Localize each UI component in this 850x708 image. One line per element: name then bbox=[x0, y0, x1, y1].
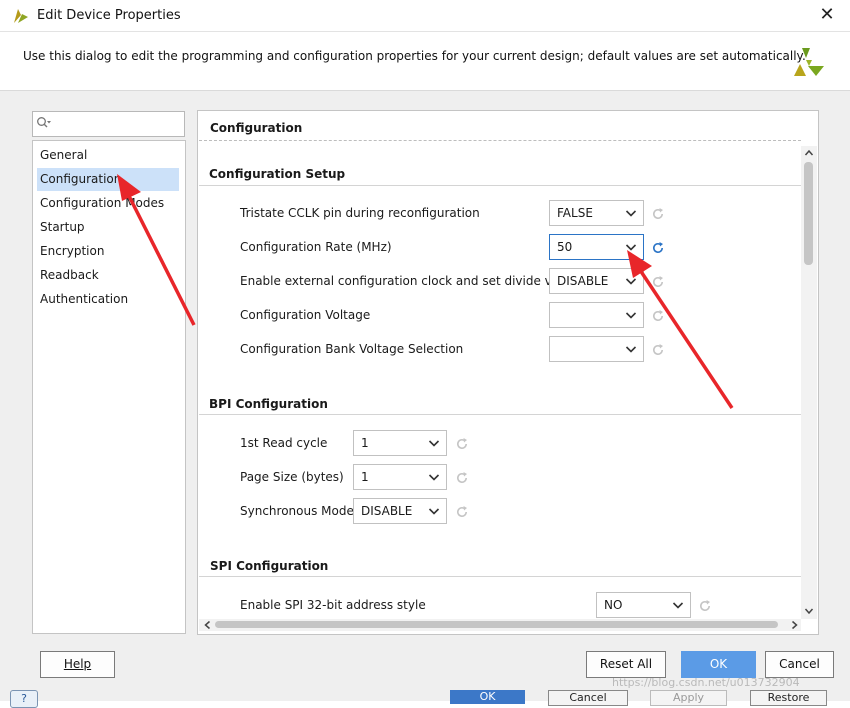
reset-default-icon[interactable] bbox=[455, 505, 469, 519]
nav-item-general[interactable]: General bbox=[37, 144, 179, 167]
configuration-voltage-dropdown[interactable] bbox=[549, 302, 644, 328]
reset-all-button-label: Reset All bbox=[599, 657, 653, 671]
ok-button[interactable]: OK bbox=[681, 651, 756, 678]
field-label-bank-voltage: Configuration Bank Voltage Selection bbox=[240, 342, 464, 356]
reset-default-icon[interactable] bbox=[455, 471, 469, 485]
chevron-down-icon bbox=[672, 602, 684, 609]
window-title: Edit Device Properties bbox=[37, 8, 181, 23]
field-label-tristate-cclk: Tristate CCLK pin during reconfiguration bbox=[240, 206, 480, 220]
chevron-down-icon bbox=[625, 346, 637, 353]
bank-voltage-dropdown[interactable] bbox=[549, 336, 644, 362]
configuration-rate-dropdown[interactable]: 50 bbox=[549, 234, 644, 260]
first-read-cycle-dropdown[interactable]: 1 bbox=[353, 430, 447, 456]
reset-default-icon[interactable] bbox=[651, 275, 665, 289]
dropdown-value: DISABLE bbox=[557, 274, 609, 288]
field-label-synchronous-mode: Synchronous Mode bbox=[240, 504, 354, 518]
field-label-configuration-voltage: Configuration Voltage bbox=[240, 308, 371, 322]
panel-title: Configuration bbox=[210, 121, 303, 135]
section-title-bpi-configuration: BPI Configuration bbox=[209, 397, 328, 411]
tristate-cclk-dropdown[interactable]: FALSE bbox=[549, 200, 644, 226]
vivado-logo-icon bbox=[14, 9, 28, 23]
reset-default-icon[interactable] bbox=[651, 343, 665, 357]
nav-item-encryption[interactable]: Encryption bbox=[37, 240, 179, 263]
section-title-spi-configuration: SPI Configuration bbox=[210, 559, 329, 573]
nav-item-authentication[interactable]: Authentication bbox=[37, 288, 179, 311]
nav-item-configuration-modes[interactable]: Configuration Modes bbox=[37, 192, 179, 215]
panel-separator bbox=[199, 140, 801, 141]
scroll-left-icon[interactable] bbox=[203, 620, 212, 630]
vertical-scroll-thumb[interactable] bbox=[804, 162, 813, 265]
chevron-down-icon bbox=[625, 244, 637, 251]
dialog-description: Use this dialog to edit the programming … bbox=[23, 49, 806, 63]
field-label-page-size: Page Size (bytes) bbox=[240, 470, 344, 484]
help-button-label: Help bbox=[63, 657, 92, 671]
reset-default-icon[interactable] bbox=[455, 437, 469, 451]
field-label-external-config-clock: Enable external configuration clock and … bbox=[240, 274, 578, 288]
watermark: https://blog.csdn.net/u013732904 bbox=[612, 676, 800, 689]
chevron-down-icon bbox=[625, 278, 637, 285]
field-label-configuration-rate: Configuration Rate (MHz) bbox=[240, 240, 392, 254]
background-cancel-button: Cancel bbox=[548, 690, 628, 706]
help-button[interactable]: Help bbox=[40, 651, 115, 678]
reset-default-icon[interactable] bbox=[651, 241, 665, 255]
chevron-down-icon bbox=[625, 312, 637, 319]
dropdown-value: NO bbox=[604, 598, 623, 612]
dropdown-value: 1 bbox=[361, 470, 369, 484]
dropdown-value: 50 bbox=[557, 240, 573, 254]
background-apply-button: Apply bbox=[650, 690, 727, 706]
section-divider bbox=[199, 185, 801, 186]
search-icon bbox=[37, 117, 51, 128]
cancel-button[interactable]: Cancel bbox=[765, 651, 834, 678]
scroll-up-icon[interactable] bbox=[804, 148, 814, 158]
scroll-down-icon[interactable] bbox=[804, 606, 814, 616]
nav-item-startup[interactable]: Startup bbox=[37, 216, 179, 239]
page-size-dropdown[interactable]: 1 bbox=[353, 464, 447, 490]
nav-item-configuration[interactable]: Configuration bbox=[37, 168, 179, 191]
external-config-clock-dropdown[interactable]: DISABLE bbox=[549, 268, 644, 294]
vivado-logo-icon bbox=[794, 48, 824, 76]
chevron-down-icon bbox=[428, 508, 440, 515]
section-divider bbox=[199, 414, 801, 415]
dropdown-value: DISABLE bbox=[361, 504, 413, 518]
spi-32bit-address-dropdown[interactable]: NO bbox=[596, 592, 691, 618]
field-label-spi-32bit-address: Enable SPI 32-bit address style bbox=[240, 598, 426, 612]
horizontal-scroll-thumb[interactable] bbox=[215, 621, 778, 628]
synchronous-mode-dropdown[interactable]: DISABLE bbox=[353, 498, 447, 524]
reset-default-icon[interactable] bbox=[651, 309, 665, 323]
chevron-down-icon bbox=[428, 474, 440, 481]
background-help-icon: ? bbox=[10, 690, 38, 708]
reset-default-icon[interactable] bbox=[651, 207, 665, 221]
dropdown-value: 1 bbox=[361, 436, 369, 450]
cancel-button-label: Cancel bbox=[779, 657, 820, 671]
section-title-configuration-setup: Configuration Setup bbox=[209, 167, 346, 181]
ok-button-label: OK bbox=[709, 657, 728, 671]
chevron-down-icon bbox=[625, 210, 637, 217]
reset-default-icon[interactable] bbox=[698, 599, 712, 613]
properties-panel bbox=[197, 110, 819, 635]
background-restore-button: Restore bbox=[750, 690, 827, 706]
section-divider bbox=[199, 576, 801, 577]
chevron-down-icon bbox=[428, 440, 440, 447]
field-label-first-read-cycle: 1st Read cycle bbox=[240, 436, 328, 450]
dropdown-value: FALSE bbox=[557, 206, 593, 220]
scroll-right-icon[interactable] bbox=[790, 620, 799, 630]
search-input[interactable] bbox=[32, 111, 185, 137]
reset-all-button[interactable]: Reset All bbox=[586, 651, 666, 678]
nav-item-readback[interactable]: Readback bbox=[37, 264, 179, 287]
close-icon[interactable]: ✕ bbox=[815, 4, 839, 26]
background-ok-button: OK bbox=[450, 690, 525, 704]
